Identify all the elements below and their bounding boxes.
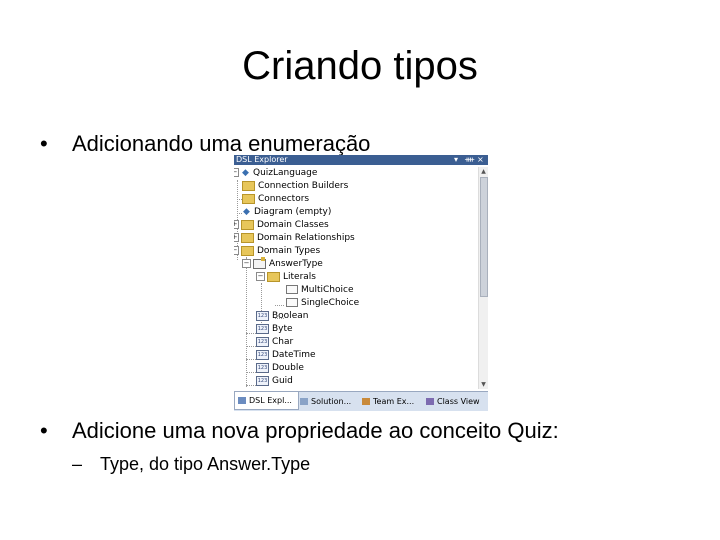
folder-icon	[242, 193, 255, 204]
sub-bullet-item: – Type, do tipo Answer.Type	[72, 454, 310, 475]
expand-icon[interactable]: +	[234, 233, 239, 242]
tab-dsl-explorer[interactable]: DSL Expl...	[234, 392, 299, 410]
tree-item-char[interactable]: 123 Char	[256, 336, 293, 349]
tree-item-answertype[interactable]: − AnswerType	[242, 256, 323, 271]
pin-icon[interactable]: ᚓ	[465, 155, 474, 165]
enum-icon	[253, 256, 266, 269]
bullet-item: • Adicione uma nova propriedade ao concei…	[40, 418, 559, 444]
collapse-icon[interactable]: −	[242, 259, 251, 268]
folder-icon	[241, 232, 254, 243]
literal-icon	[286, 298, 298, 307]
tree-item-datetime[interactable]: 123 DateTime	[256, 349, 316, 362]
scroll-down-icon[interactable]: ▼	[479, 380, 488, 389]
tree-item-connection-builders[interactable]: Connection Builders	[242, 180, 348, 193]
scroll-thumb[interactable]	[480, 177, 488, 297]
dropdown-icon[interactable]: ▾	[454, 155, 458, 165]
tree-item-domain-relationships[interactable]: + Domain Relationships	[234, 232, 355, 245]
tab-team-explorer[interactable]: Team Ex...	[362, 395, 414, 409]
panel-tab-strip: DSL Expl... Solution... Team Ex... Class…	[234, 391, 488, 411]
team-icon	[362, 398, 370, 405]
explorer-tree: − ◆ QuizLanguage Connection Builders Conne…	[234, 167, 478, 389]
panel-title-bar: DSL Explorer ▾ ᚓ ×	[234, 155, 488, 165]
folder-icon	[241, 245, 254, 256]
tree-item-domain-classes[interactable]: + Domain Classes	[234, 219, 329, 232]
scroll-up-icon[interactable]: ▲	[479, 167, 488, 176]
sub-bullet-text: Type, do tipo Answer.Type	[100, 454, 311, 474]
solution-icon	[300, 398, 308, 405]
collapse-icon[interactable]: −	[256, 272, 265, 281]
type-icon: 123	[256, 362, 269, 373]
panel-title: DSL Explorer	[236, 155, 288, 164]
tree-item-guid[interactable]: 123 Guid	[256, 375, 293, 388]
literal-icon	[286, 285, 298, 294]
tab-class-view[interactable]: Class View	[426, 395, 480, 409]
type-icon: 123	[256, 310, 269, 321]
collapse-icon[interactable]: −	[234, 246, 239, 255]
tree-item-multichoice[interactable]: MultiChoice	[286, 284, 353, 297]
tree-item-double[interactable]: 123 Double	[256, 362, 304, 375]
folder-icon	[241, 219, 254, 230]
tree-item-singlechoice[interactable]: SingleChoice	[286, 297, 359, 310]
tree-item-quizlanguage[interactable]: − ◆ QuizLanguage	[234, 167, 317, 180]
folder-icon	[267, 271, 280, 282]
tree-item-literals[interactable]: − Literals	[256, 271, 316, 284]
tab-solution-explorer[interactable]: Solution...	[300, 395, 351, 409]
diagram-icon: ◆	[243, 207, 250, 217]
diagram-icon: ◆	[242, 168, 249, 178]
tree-item-connectors[interactable]: Connectors	[242, 193, 309, 206]
type-icon: 123	[256, 336, 269, 347]
bullet-icon: •	[40, 131, 48, 156]
tree-item-diagram[interactable]: ◆ Diagram (empty)	[242, 206, 331, 219]
close-icon[interactable]: ×	[477, 155, 484, 165]
type-icon: 123	[256, 349, 269, 360]
bullet-text: Adicionando uma enumeração	[72, 131, 371, 156]
folder-icon	[242, 180, 255, 191]
bullet-text: Adicione uma nova propriedade ao conceit…	[72, 418, 559, 443]
expand-icon[interactable]: +	[234, 220, 239, 229]
collapse-icon[interactable]: −	[234, 168, 239, 177]
tree-item-boolean[interactable]: 123 Boolean	[256, 310, 308, 323]
type-icon: 123	[256, 323, 269, 334]
type-icon: 123	[256, 375, 269, 386]
bullet-item: • Adicionando uma enumeração	[40, 131, 370, 157]
class-view-icon	[426, 398, 434, 405]
vertical-scrollbar[interactable]: ▲ ▼	[478, 167, 488, 389]
slide-title: Criando tipos	[242, 44, 478, 88]
bullet-icon: •	[40, 418, 48, 443]
dsl-explorer-panel: DSL Explorer ▾ ᚓ × − ◆ QuizLanguage Connec…	[234, 155, 488, 411]
tree-item-domain-types[interactable]: − Domain Types	[234, 245, 320, 258]
dsl-explorer-icon	[238, 397, 246, 404]
dash-icon: –	[72, 454, 83, 474]
tree-item-byte[interactable]: 123 Byte	[256, 323, 293, 336]
